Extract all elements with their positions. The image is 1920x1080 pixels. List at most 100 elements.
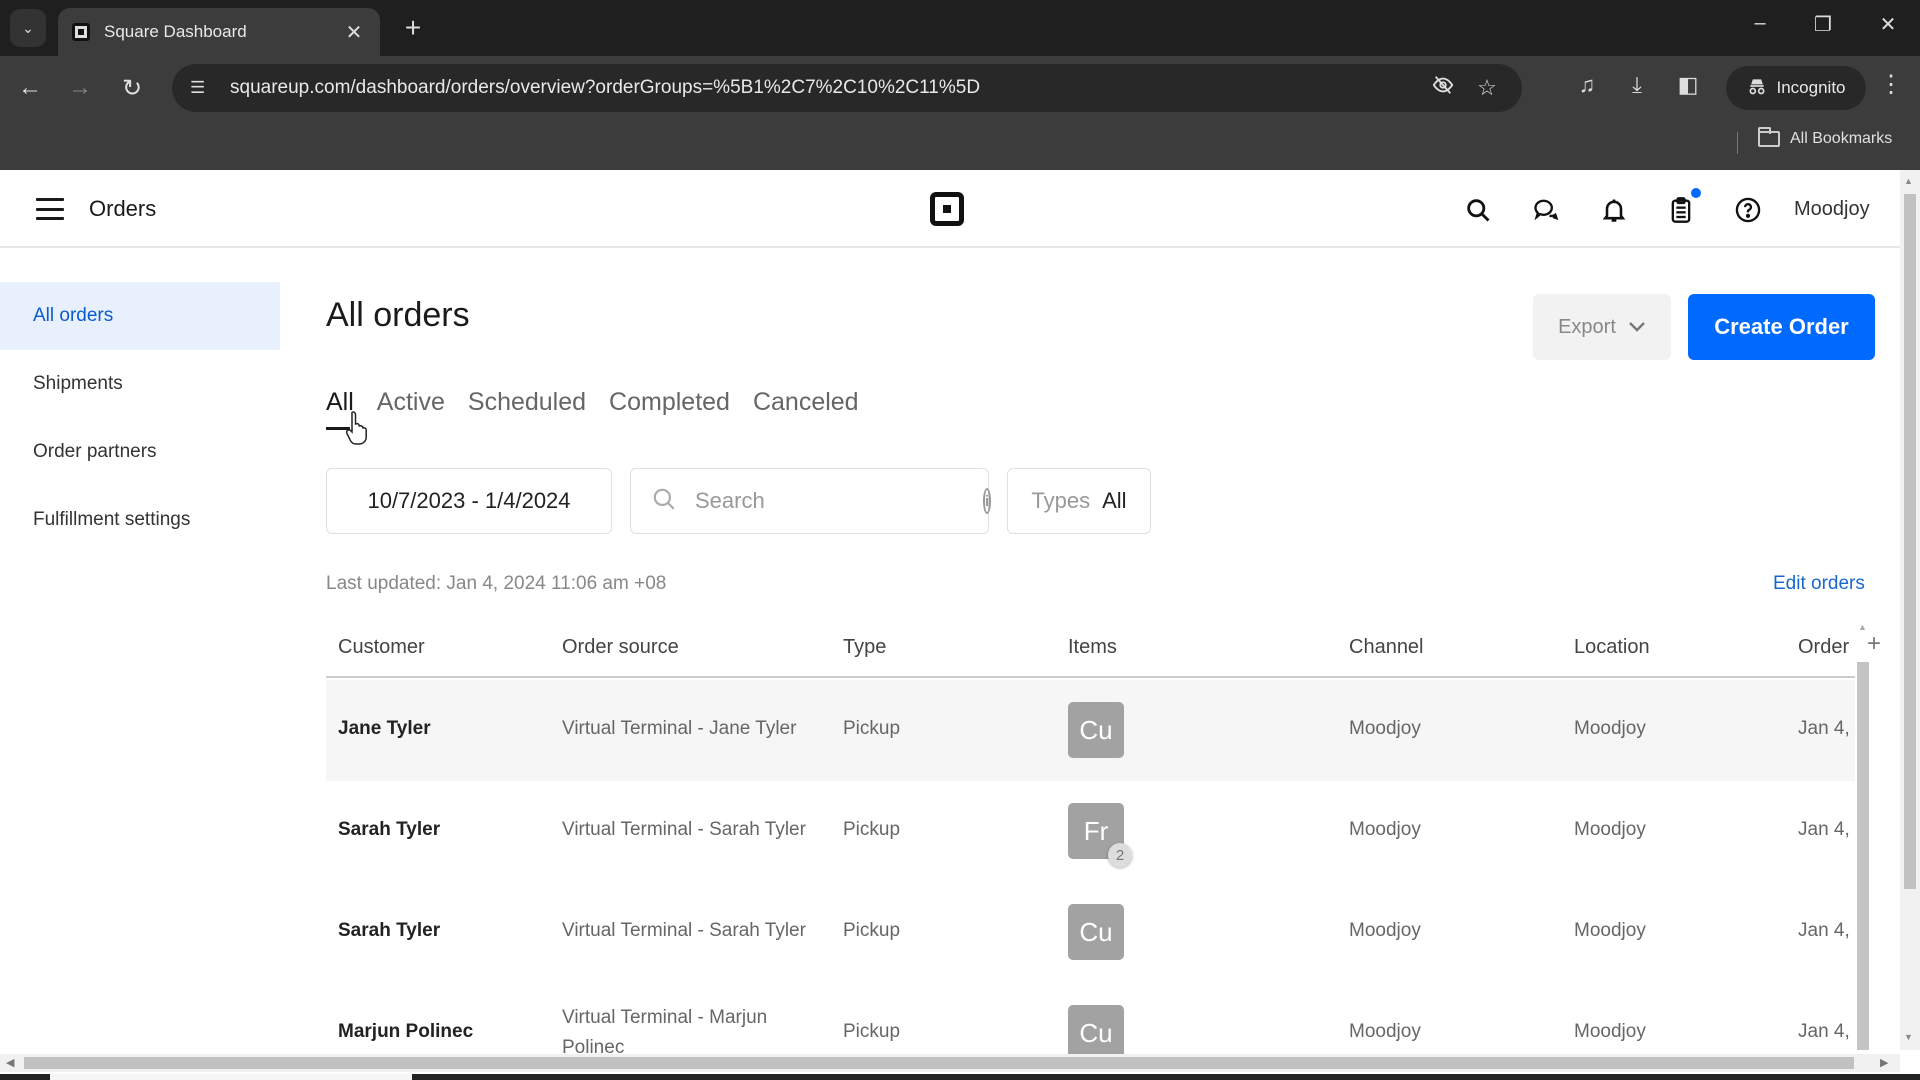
column-header-type[interactable]: Type <box>843 636 886 659</box>
restore-icon[interactable]: ❐ <box>1803 12 1843 37</box>
app-header: Orders Moodjoy <box>0 170 1900 248</box>
all-bookmarks-button[interactable]: All Bookmarks <box>1758 127 1893 148</box>
create-order-button[interactable]: Create Order <box>1688 294 1875 360</box>
bookmarks-bar: All Bookmarks <box>0 120 1920 170</box>
hand-cursor-icon <box>346 411 367 445</box>
horizontal-scrollbar-thumb[interactable] <box>24 1057 1854 1069</box>
scroll-right-arrow-icon[interactable]: ▶ <box>1880 1056 1888 1069</box>
table-row[interactable]: Sarah Tyler Virtual Terminal - Sarah Tyl… <box>326 882 1855 983</box>
order-status-tabs: All Active Scheduled Completed Canceled <box>326 388 859 430</box>
item-abbr: Fr <box>1083 815 1109 846</box>
side-panel-icon[interactable]: ◧ <box>1671 72 1705 98</box>
order-source: Virtual Terminal - Jane Tyler <box>562 718 797 739</box>
minimize-icon[interactable]: – <box>1740 12 1780 35</box>
back-icon[interactable]: ← <box>12 70 48 106</box>
tab-active[interactable]: Active <box>377 388 445 427</box>
customer-name: Jane Tyler <box>338 718 431 739</box>
account-name[interactable]: Moodjoy <box>1794 198 1870 221</box>
search-icon[interactable] <box>1462 194 1494 226</box>
types-label: Types <box>1031 488 1091 513</box>
date-range-filter[interactable]: 10/7/2023 - 1/4/2024 <box>326 468 612 534</box>
table-scrollbar-thumb[interactable] <box>1857 662 1869 1050</box>
scroll-left-arrow-icon[interactable]: ◀ <box>6 1056 14 1069</box>
notification-dot <box>1691 188 1701 198</box>
search-input[interactable] <box>695 488 983 514</box>
browser-chrome: ⌄ Square Dashboard ✕ + – ❐ ✕ ← → ↻ ☰ squ… <box>0 0 1920 170</box>
info-icon[interactable]: i <box>983 488 992 514</box>
reload-icon[interactable]: ↻ <box>114 70 150 106</box>
column-header-order-source[interactable]: Order source <box>562 636 679 659</box>
incognito-icon <box>1747 76 1767 101</box>
add-column-plus-icon[interactable]: + <box>1862 630 1886 660</box>
export-button[interactable]: Export <box>1533 294 1671 360</box>
item-abbr: Cu <box>1079 1017 1113 1048</box>
search-field[interactable]: i <box>630 468 992 534</box>
column-header-customer[interactable]: Customer <box>338 636 425 659</box>
close-tab-icon[interactable]: ✕ <box>342 20 366 45</box>
column-header-items[interactable]: Items <box>1068 636 1117 659</box>
order-date: Jan 4, <box>1798 819 1850 840</box>
bottom-strip-segment <box>50 1074 412 1080</box>
types-value: All <box>1102 488 1127 513</box>
eye-off-icon[interactable] <box>1426 74 1460 102</box>
column-header-order-date[interactable]: Order <box>1798 636 1849 659</box>
star-icon[interactable]: ☆ <box>1470 75 1504 101</box>
app-title: Orders <box>89 196 157 221</box>
table-header: Customer Order source Type Items Channel… <box>326 622 1855 678</box>
table-row[interactable]: Jane Tyler Virtual Terminal - Jane Tyler… <box>326 680 1855 781</box>
edit-orders-link[interactable]: Edit orders <box>1773 573 1865 595</box>
help-icon[interactable] <box>1732 194 1764 226</box>
sidebar-item-shipments[interactable]: Shipments <box>0 350 280 418</box>
item-thumbnail: Cu <box>1068 702 1124 758</box>
channel: Moodjoy <box>1349 920 1421 941</box>
close-window-icon[interactable]: ✕ <box>1868 12 1908 37</box>
orders-table: Customer Order source Type Items Channel… <box>326 622 1855 1055</box>
sidebar-item-fulfillment-settings[interactable]: Fulfillment settings <box>0 486 280 554</box>
download-icon[interactable]: ⤓ <box>1620 72 1654 98</box>
address-bar[interactable]: ☰ squareup.com/dashboard/orders/overview… <box>172 64 1522 112</box>
types-filter[interactable]: Types All <box>1007 468 1151 534</box>
tab-completed[interactable]: Completed <box>609 388 730 427</box>
order-date: Jan 4, <box>1798 1021 1850 1042</box>
customer-name: Marjun Polinec <box>338 1021 474 1042</box>
media-queue-icon[interactable]: ♫ <box>1570 72 1604 98</box>
all-bookmarks-label: All Bookmarks <box>1790 130 1893 147</box>
messages-icon[interactable] <box>1530 194 1562 226</box>
scroll-up-arrow-icon[interactable]: ▲ <box>1904 176 1913 186</box>
hamburger-icon[interactable] <box>36 198 64 220</box>
last-updated-text: Last updated: Jan 4, 2024 11:06 am +08 <box>326 573 667 594</box>
clipboard-icon[interactable] <box>1665 188 1701 226</box>
channel: Moodjoy <box>1349 819 1421 840</box>
tab-title: Square Dashboard <box>104 22 247 41</box>
location: Moodjoy <box>1574 819 1646 840</box>
sidebar-item-all-orders[interactable]: All orders <box>0 282 280 350</box>
tab-scheduled[interactable]: Scheduled <box>468 388 586 427</box>
tab-canceled[interactable]: Canceled <box>753 388 859 427</box>
browser-tab[interactable]: Square Dashboard ✕ <box>58 8 380 56</box>
column-header-location[interactable]: Location <box>1574 636 1650 659</box>
tab-list-icon[interactable]: ⌄ <box>10 9 46 47</box>
incognito-badge[interactable]: Incognito <box>1726 66 1866 110</box>
tab-strip: ⌄ Square Dashboard ✕ + – ❐ ✕ <box>0 0 1920 56</box>
forward-icon[interactable]: → <box>62 70 98 106</box>
table-row[interactable]: Sarah Tyler Virtual Terminal - Sarah Tyl… <box>326 781 1855 882</box>
bell-icon[interactable] <box>1598 194 1630 226</box>
bookmarks-divider <box>1737 132 1738 154</box>
table-vertical-scrollbar[interactable]: ▲ <box>1855 622 1870 1052</box>
folder-icon <box>1758 127 1780 147</box>
sidebar-item-order-partners[interactable]: Order partners <box>0 418 280 486</box>
horizontal-scrollbar[interactable]: ◀ ▶ <box>0 1054 1900 1072</box>
scroll-down-arrow-icon[interactable]: ▼ <box>1904 1032 1913 1042</box>
column-header-channel[interactable]: Channel <box>1349 636 1424 659</box>
item-thumbnail: Cu <box>1068 1005 1124 1055</box>
page-scrollbar[interactable]: ▲ ▼ <box>1900 170 1920 1050</box>
square-logo-icon[interactable] <box>930 192 964 226</box>
order-type: Pickup <box>843 1021 901 1042</box>
kebab-menu-icon[interactable]: ⋮ <box>1876 70 1906 99</box>
new-tab-plus-icon[interactable]: + <box>398 12 428 44</box>
page-scrollbar-thumb[interactable] <box>1904 194 1916 889</box>
url-text[interactable]: squareup.com/dashboard/orders/overview?o… <box>230 77 1416 99</box>
favicon-square-icon <box>72 23 90 41</box>
site-info-icon[interactable]: ☰ <box>190 78 212 98</box>
table-row[interactable]: Marjun Polinec Virtual Terminal - Marjun… <box>326 983 1855 1055</box>
